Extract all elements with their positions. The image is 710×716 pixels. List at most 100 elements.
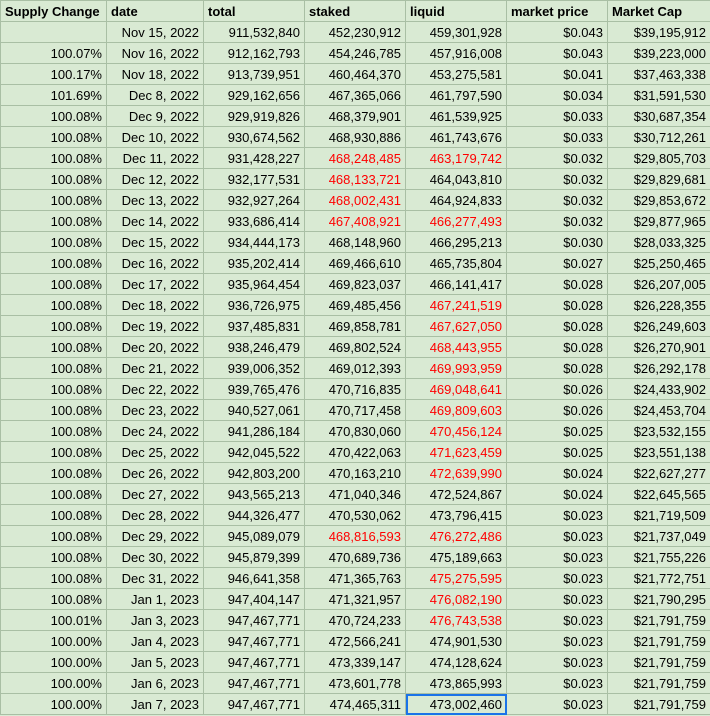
cell-market-price[interactable]: $0.023 xyxy=(506,609,608,631)
cell-supply-change[interactable]: 100.08% xyxy=(0,378,107,400)
cell-market-price[interactable]: $0.032 xyxy=(506,210,608,232)
cell-supply-change[interactable]: 100.08% xyxy=(0,336,107,358)
cell-market-price[interactable]: $0.033 xyxy=(506,126,608,148)
cell-market-price[interactable]: $0.025 xyxy=(506,441,608,463)
cell-staked[interactable]: 460,464,370 xyxy=(304,63,406,85)
cell-total[interactable]: 943,565,213 xyxy=(203,483,305,505)
cell-total[interactable]: 933,686,414 xyxy=(203,210,305,232)
cell-total[interactable]: 946,641,358 xyxy=(203,567,305,589)
cell-supply-change[interactable]: 100.08% xyxy=(0,399,107,421)
cell-supply-change[interactable]: 100.00% xyxy=(0,672,107,694)
cell-market-price[interactable]: $0.023 xyxy=(506,588,608,610)
cell-market-cap[interactable]: $30,687,354 xyxy=(607,105,710,127)
cell-staked[interactable]: 467,365,066 xyxy=(304,84,406,106)
cell-date[interactable]: Dec 22, 2022 xyxy=(106,378,204,400)
cell-staked[interactable]: 469,485,456 xyxy=(304,294,406,316)
cell-market-cap[interactable]: $29,853,672 xyxy=(607,189,710,211)
cell-date[interactable]: Jan 1, 2023 xyxy=(106,588,204,610)
cell-liquid[interactable]: 466,295,213 xyxy=(405,231,507,253)
cell-date[interactable]: Dec 12, 2022 xyxy=(106,168,204,190)
cell-market-price[interactable]: $0.032 xyxy=(506,147,608,169)
cell-supply-change[interactable]: 100.00% xyxy=(0,630,107,652)
cell-supply-change[interactable] xyxy=(0,21,107,43)
cell-market-cap[interactable]: $21,791,759 xyxy=(607,651,710,673)
cell-total[interactable]: 945,879,399 xyxy=(203,546,305,568)
cell-staked[interactable]: 469,858,781 xyxy=(304,315,406,337)
cell-market-price[interactable]: $0.028 xyxy=(506,357,608,379)
cell-market-cap[interactable]: $26,228,355 xyxy=(607,294,710,316)
header-liquid[interactable]: liquid xyxy=(405,0,507,22)
cell-market-price[interactable]: $0.041 xyxy=(506,63,608,85)
header-supply-change[interactable]: Supply Change xyxy=(0,0,107,22)
cell-date[interactable]: Dec 20, 2022 xyxy=(106,336,204,358)
cell-market-cap[interactable]: $21,791,759 xyxy=(607,672,710,694)
cell-date[interactable]: Dec 29, 2022 xyxy=(106,525,204,547)
cell-date[interactable]: Dec 28, 2022 xyxy=(106,504,204,526)
cell-market-price[interactable]: $0.023 xyxy=(506,651,608,673)
cell-staked[interactable]: 473,601,778 xyxy=(304,672,406,694)
cell-market-price[interactable]: $0.025 xyxy=(506,420,608,442)
cell-total[interactable]: 942,803,200 xyxy=(203,462,305,484)
cell-staked[interactable]: 471,040,346 xyxy=(304,483,406,505)
cell-market-price[interactable]: $0.034 xyxy=(506,84,608,106)
cell-staked[interactable]: 470,422,063 xyxy=(304,441,406,463)
cell-market-price[interactable]: $0.023 xyxy=(506,525,608,547)
cell-market-price[interactable]: $0.023 xyxy=(506,546,608,568)
cell-supply-change[interactable]: 100.08% xyxy=(0,441,107,463)
cell-date[interactable]: Dec 8, 2022 xyxy=(106,84,204,106)
cell-liquid[interactable]: 466,277,493 xyxy=(405,210,507,232)
cell-market-price[interactable]: $0.026 xyxy=(506,378,608,400)
cell-market-cap[interactable]: $21,772,751 xyxy=(607,567,710,589)
cell-supply-change[interactable]: 100.08% xyxy=(0,252,107,274)
cell-date[interactable]: Dec 24, 2022 xyxy=(106,420,204,442)
cell-liquid[interactable]: 475,275,595 xyxy=(405,567,507,589)
cell-date[interactable]: Dec 18, 2022 xyxy=(106,294,204,316)
cell-supply-change[interactable]: 100.08% xyxy=(0,567,107,589)
cell-staked[interactable]: 470,830,060 xyxy=(304,420,406,442)
cell-date[interactable]: Dec 15, 2022 xyxy=(106,231,204,253)
cell-total[interactable]: 947,467,771 xyxy=(203,609,305,631)
cell-market-cap[interactable]: $26,249,603 xyxy=(607,315,710,337)
cell-supply-change[interactable]: 100.08% xyxy=(0,357,107,379)
cell-total[interactable]: 932,177,531 xyxy=(203,168,305,190)
cell-supply-change[interactable]: 100.08% xyxy=(0,294,107,316)
cell-supply-change[interactable]: 100.08% xyxy=(0,588,107,610)
cell-market-price[interactable]: $0.032 xyxy=(506,189,608,211)
cell-date[interactable]: Nov 18, 2022 xyxy=(106,63,204,85)
cell-liquid[interactable]: 476,272,486 xyxy=(405,525,507,547)
cell-liquid[interactable]: 468,443,955 xyxy=(405,336,507,358)
cell-market-price[interactable]: $0.024 xyxy=(506,483,608,505)
cell-supply-change[interactable]: 100.08% xyxy=(0,462,107,484)
cell-date[interactable]: Dec 21, 2022 xyxy=(106,357,204,379)
cell-liquid[interactable]: 453,275,581 xyxy=(405,63,507,85)
cell-staked[interactable]: 469,466,610 xyxy=(304,252,406,274)
cell-date[interactable]: Jan 6, 2023 xyxy=(106,672,204,694)
cell-staked[interactable]: 468,148,960 xyxy=(304,231,406,253)
cell-market-price[interactable]: $0.026 xyxy=(506,399,608,421)
cell-total[interactable]: 947,467,771 xyxy=(203,630,305,652)
cell-liquid[interactable]: 476,743,538 xyxy=(405,609,507,631)
cell-total[interactable]: 936,726,975 xyxy=(203,294,305,316)
cell-supply-change[interactable]: 100.08% xyxy=(0,210,107,232)
header-market-cap[interactable]: Market Cap xyxy=(607,0,710,22)
cell-date[interactable]: Dec 23, 2022 xyxy=(106,399,204,421)
cell-total[interactable]: 929,919,826 xyxy=(203,105,305,127)
cell-total[interactable]: 935,202,414 xyxy=(203,252,305,274)
cell-total[interactable]: 945,089,079 xyxy=(203,525,305,547)
cell-market-cap[interactable]: $24,433,902 xyxy=(607,378,710,400)
cell-market-cap[interactable]: $26,292,178 xyxy=(607,357,710,379)
cell-supply-change[interactable]: 100.07% xyxy=(0,42,107,64)
cell-supply-change[interactable]: 100.08% xyxy=(0,483,107,505)
cell-staked[interactable]: 470,717,458 xyxy=(304,399,406,421)
cell-date[interactable]: Dec 19, 2022 xyxy=(106,315,204,337)
cell-market-price[interactable]: $0.023 xyxy=(506,567,608,589)
cell-market-cap[interactable]: $29,805,703 xyxy=(607,147,710,169)
cell-staked[interactable]: 470,724,233 xyxy=(304,609,406,631)
cell-liquid[interactable]: 473,002,460 xyxy=(405,693,507,715)
cell-staked[interactable]: 452,230,912 xyxy=(304,21,406,43)
cell-total[interactable]: 944,326,477 xyxy=(203,504,305,526)
cell-supply-change[interactable]: 100.00% xyxy=(0,651,107,673)
cell-supply-change[interactable]: 100.08% xyxy=(0,546,107,568)
cell-date[interactable]: Dec 27, 2022 xyxy=(106,483,204,505)
header-total[interactable]: total xyxy=(203,0,305,22)
